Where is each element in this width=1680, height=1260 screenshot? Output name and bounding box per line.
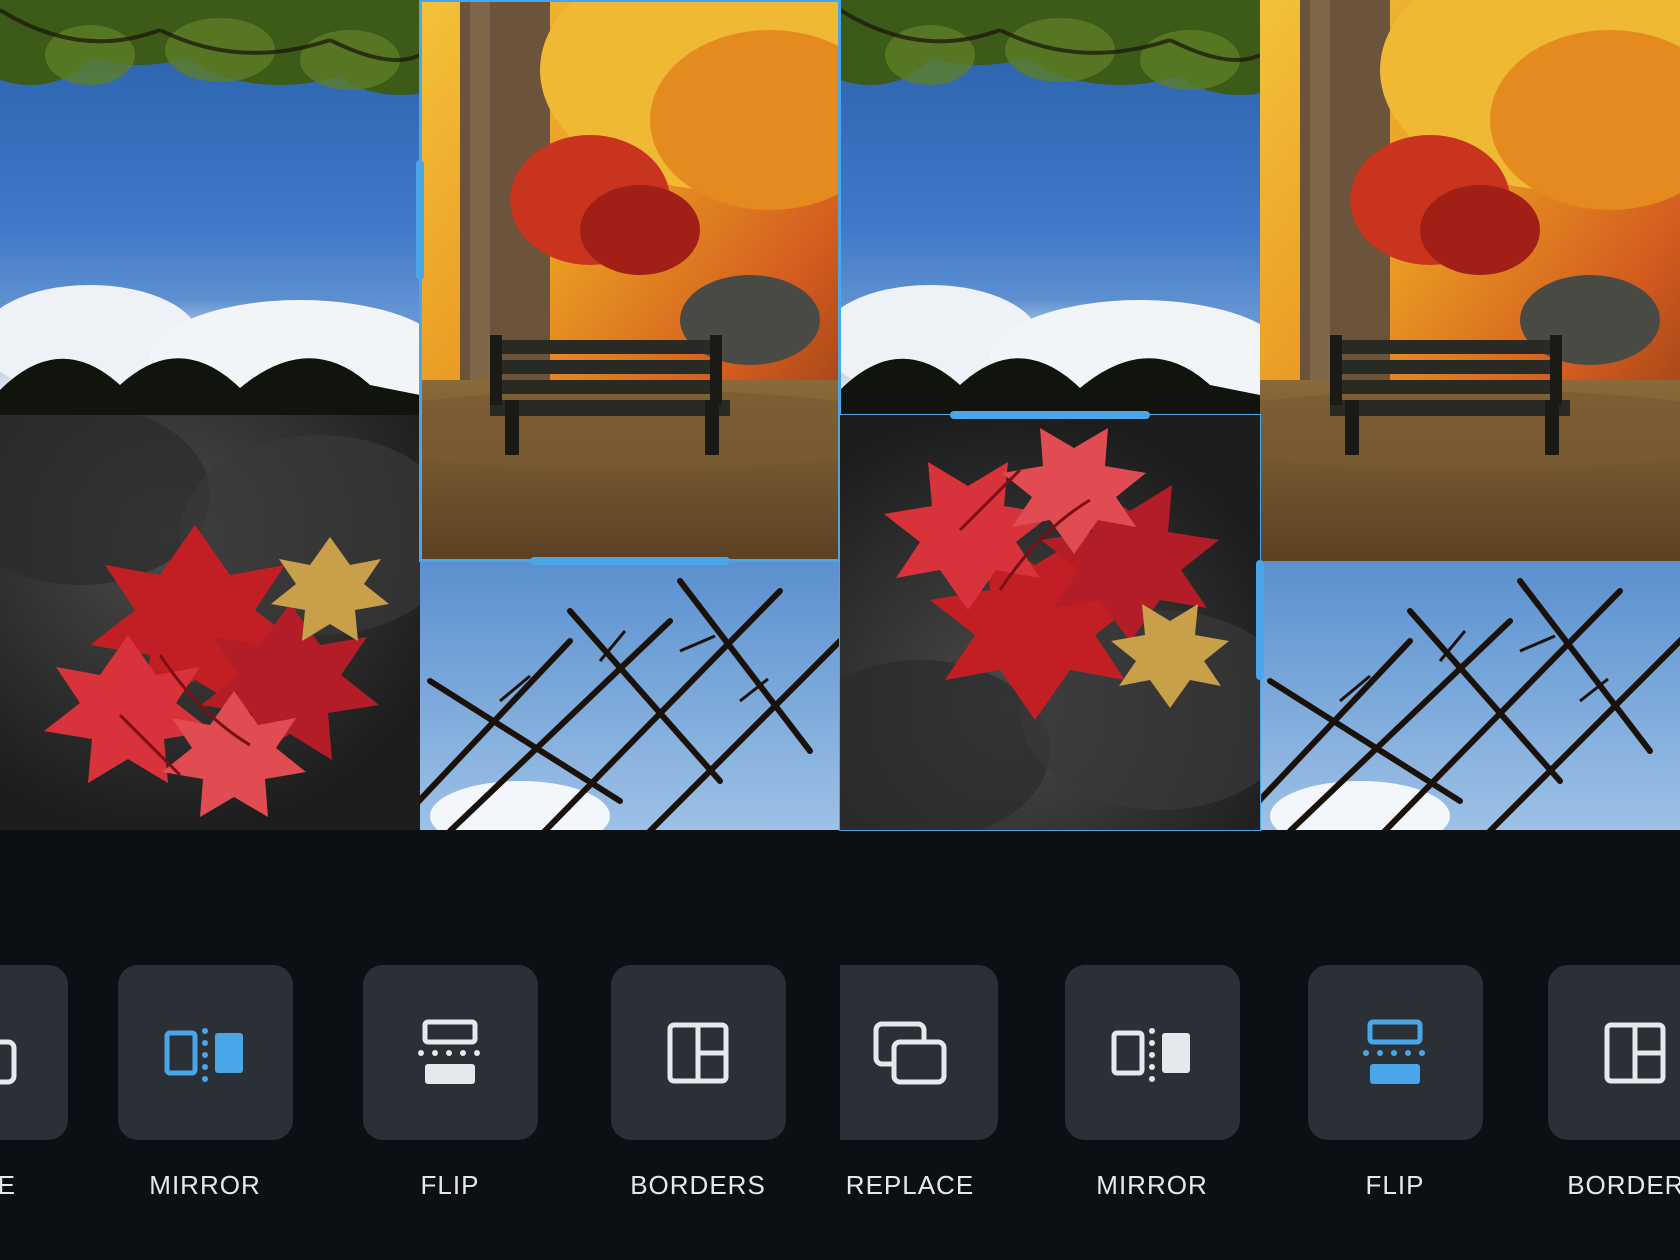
tool-borders[interactable]: BORDERS: [608, 965, 788, 1201]
replace-icon: [872, 1020, 948, 1086]
mirror-icon: [1108, 1023, 1196, 1083]
tool-label: MIRROR: [115, 1170, 295, 1201]
collage-cell-sky[interactable]: [840, 0, 1260, 415]
replace-icon: [0, 1020, 18, 1086]
resize-handle-vertical[interactable]: [416, 160, 424, 280]
collage-canvas[interactable]: [840, 0, 1680, 830]
edit-toolbar: LACE MIRROR: [0, 930, 840, 1260]
resize-handle-vertical[interactable]: [1256, 560, 1264, 680]
collage-cell-sky[interactable]: [0, 0, 420, 415]
tool-replace[interactable]: REPLACE: [840, 965, 1000, 1201]
tool-label: LACE: [0, 1170, 70, 1201]
flip-icon: [1358, 1016, 1432, 1090]
tool-mirror[interactable]: MIRROR: [115, 965, 295, 1201]
tool-replace[interactable]: LACE: [0, 965, 70, 1201]
screenshot-container: LACE MIRROR: [0, 0, 1680, 1260]
tool-label: FLIP: [360, 1170, 540, 1201]
collage-canvas[interactable]: [0, 0, 840, 830]
resize-handle-horizontal[interactable]: [530, 557, 730, 565]
edit-toolbar: REPLACE MIRROR: [840, 930, 1680, 1260]
resize-handle-horizontal[interactable]: [950, 411, 1150, 419]
tool-label: MIRROR: [1062, 1170, 1242, 1201]
mirror-icon: [161, 1023, 249, 1083]
collage-cell-branches[interactable]: [1260, 561, 1680, 830]
tool-label: FLIP: [1305, 1170, 1485, 1201]
collage-cell-leaves[interactable]: [0, 415, 420, 830]
borders-icon: [1602, 1020, 1668, 1086]
borders-icon: [665, 1020, 731, 1086]
editor-panel-right: REPLACE MIRROR: [840, 0, 1680, 1260]
tool-label: BORDERS: [1545, 1170, 1680, 1201]
collage-cell-bench[interactable]: [1260, 0, 1680, 561]
flip-icon: [413, 1016, 487, 1090]
tool-flip[interactable]: FLIP: [1305, 965, 1485, 1201]
collage-cell-leaves[interactable]: [840, 415, 1260, 830]
tool-borders[interactable]: BORDERS: [1545, 965, 1680, 1201]
collage-cell-branches[interactable]: [420, 561, 840, 830]
collage-cell-bench[interactable]: [420, 0, 840, 561]
editor-panel-left: LACE MIRROR: [0, 0, 840, 1260]
tool-label: REPLACE: [840, 1170, 1000, 1201]
tool-label: BORDERS: [608, 1170, 788, 1201]
tool-flip[interactable]: FLIP: [360, 965, 540, 1201]
tool-mirror[interactable]: MIRROR: [1062, 965, 1242, 1201]
